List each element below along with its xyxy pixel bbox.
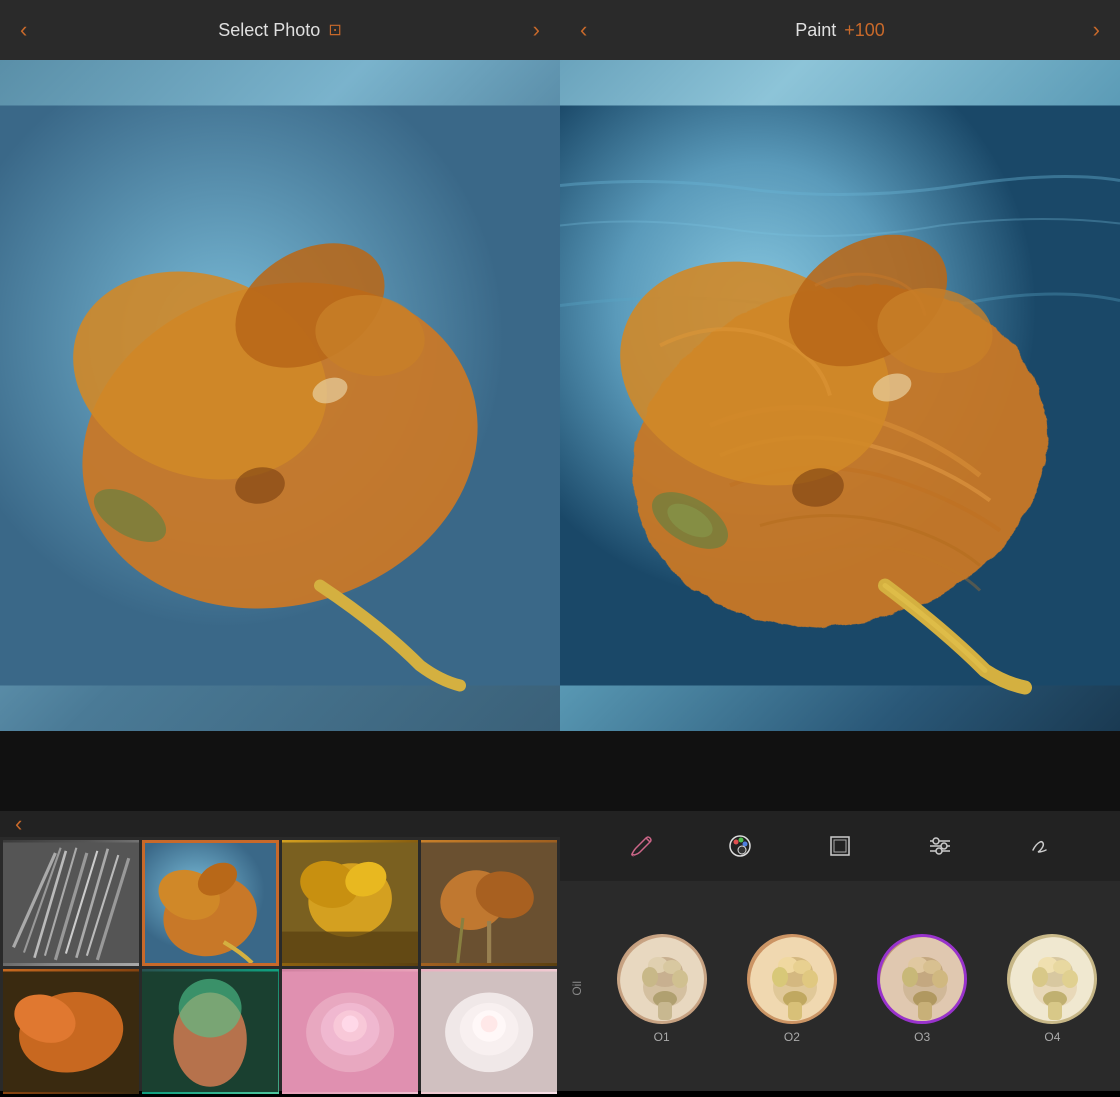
thumbnail-back-button[interactable]: ‹	[15, 811, 22, 837]
thumbnail-grid	[0, 837, 560, 1097]
style-thumb-o2[interactable]	[747, 934, 837, 1024]
right-forward-button[interactable]: ›	[1093, 17, 1100, 43]
paint-title: Paint	[795, 20, 836, 41]
style-preset-o4[interactable]: O4	[1007, 934, 1097, 1044]
right-back-button[interactable]: ‹	[580, 17, 587, 43]
palette-tool[interactable]	[718, 824, 762, 868]
style-label-o3: O3	[914, 1030, 930, 1044]
thumbnail-dry-flowers[interactable]	[421, 840, 557, 966]
right-title-group: Paint +100	[795, 20, 885, 41]
thumbnail-orange-leaf[interactable]	[3, 969, 139, 1095]
thumbnail-flower-blue[interactable]	[142, 840, 278, 966]
style-preset-o1[interactable]: O1	[617, 934, 707, 1044]
select-photo-title: Select Photo	[218, 20, 320, 41]
style-label-o2: O2	[784, 1030, 800, 1044]
adjust-tool[interactable]	[918, 824, 962, 868]
painted-flower-svg	[560, 60, 1120, 731]
tools-bar	[560, 811, 1120, 881]
thumbnail-yellow-flower[interactable]	[282, 840, 418, 966]
right-tools-section: Oil	[560, 811, 1120, 1091]
left-panel: ‹ Select Photo ⊡ ›	[0, 0, 560, 1091]
style-presets: O1	[594, 934, 1120, 1044]
left-title-group: Select Photo ⊡	[218, 20, 341, 41]
style-thumb-o3[interactable]	[877, 934, 967, 1024]
style-thumb-o4[interactable]	[1007, 934, 1097, 1024]
right-panel: ‹ Paint +100 ›	[560, 0, 1120, 1091]
original-image-area	[0, 60, 560, 731]
text-tool[interactable]	[1018, 824, 1062, 868]
thumbnail-section: ‹	[0, 811, 560, 1091]
style-label-o1: O1	[654, 1030, 670, 1044]
style-preset-o3[interactable]: O3	[877, 934, 967, 1044]
crop-icon[interactable]: ⊡	[328, 20, 341, 40]
left-forward-button[interactable]: ›	[533, 17, 540, 43]
canvas-tool[interactable]	[818, 824, 862, 868]
thumbnail-white-rose[interactable]	[421, 969, 557, 1095]
brush-tool[interactable]	[618, 824, 662, 868]
thumbnail-green-hand[interactable]	[142, 969, 278, 1095]
thumbnail-sticks[interactable]	[3, 840, 139, 966]
right-bottom-strip	[560, 731, 1120, 811]
right-header: ‹ Paint +100 ›	[560, 0, 1120, 60]
oil-label: Oil	[560, 981, 594, 996]
painted-flower-image	[560, 60, 1120, 731]
paint-value: +100	[844, 20, 885, 41]
styles-row: Oil	[560, 881, 1120, 1091]
thumbnail-pink-rose[interactable]	[282, 969, 418, 1095]
style-thumb-o1[interactable]	[617, 934, 707, 1024]
original-flower-image	[0, 60, 560, 731]
painted-image-area	[560, 60, 1120, 731]
left-bottom-strip	[0, 731, 560, 811]
style-label-o4: O4	[1044, 1030, 1060, 1044]
style-preset-o2[interactable]: O2	[747, 934, 837, 1044]
original-flower-svg	[0, 60, 560, 731]
left-back-button[interactable]: ‹	[20, 17, 27, 43]
left-header: ‹ Select Photo ⊡ ›	[0, 0, 560, 60]
thumbnail-nav: ‹	[0, 811, 560, 837]
